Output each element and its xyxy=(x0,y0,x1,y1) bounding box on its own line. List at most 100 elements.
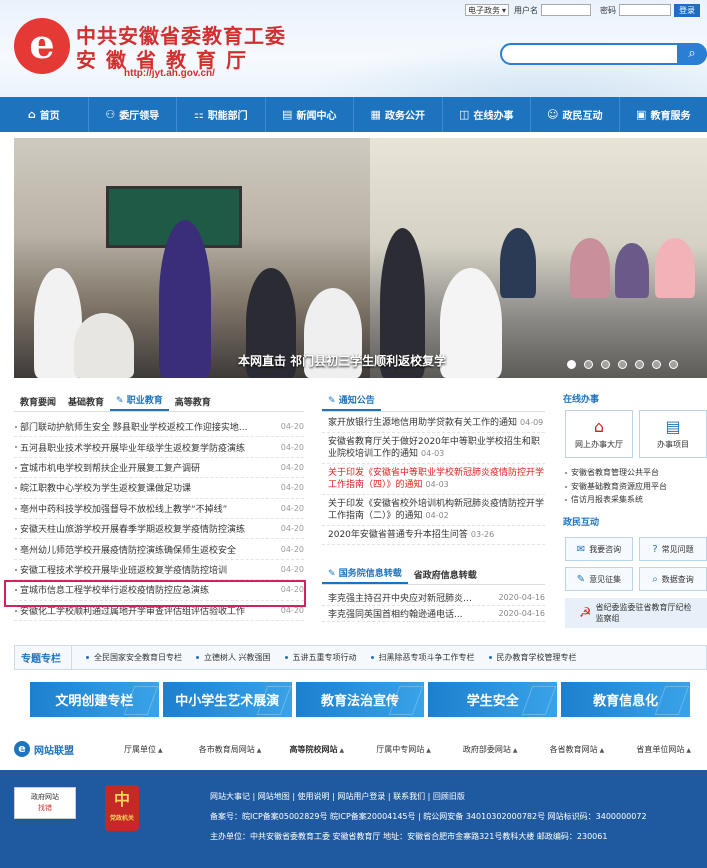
gov-badge-icon[interactable]: 中 党政机关 xyxy=(105,785,139,831)
nav-label: 政民互动 xyxy=(562,111,603,122)
column-button-law[interactable]: 教育法治宣传 xyxy=(295,682,425,717)
nav-item-education-service[interactable]: ▣ 教育服务 xyxy=(620,97,707,132)
carousel-dot[interactable] xyxy=(601,360,610,369)
nav-item-gov-info[interactable]: ▦ 政务公开 xyxy=(354,97,443,132)
discipline-inspection-banner[interactable]: ☭ 省纪委监委驻省教育厅纪检监察组 xyxy=(565,598,707,628)
list-item[interactable]: 家开放银行生源地信用助学贷款有关工作的通知 04-09 xyxy=(322,414,545,433)
highlight-box xyxy=(4,580,306,607)
tab-vocational-education[interactable]: ✎ 职业教育 xyxy=(110,393,169,411)
site-links-dropdown[interactable]: 省直单位网站 ▲ xyxy=(620,744,707,755)
service-link[interactable]: 信访月报表采集系统 xyxy=(565,493,707,507)
site-links-dropdown[interactable]: 政府部委网站 ▲ xyxy=(447,744,534,755)
gov-title: 李克强主持召开中央应对新冠肺炎疫情工作... xyxy=(328,594,478,604)
dropdown-label: 厅属中专网站 xyxy=(376,744,425,754)
data-query-icon: ⌕ xyxy=(652,573,658,585)
special-topic-link[interactable]: 立德树人 兴教强国 xyxy=(182,652,271,663)
consult-button[interactable]: ✉ 我要咨询 xyxy=(565,537,633,561)
dropdown-label: 各市教育局网站 xyxy=(198,744,255,754)
special-topic-link[interactable]: 全民国家安全教育日专栏 xyxy=(72,652,182,663)
nav-item-home[interactable]: ⌂ 首页 xyxy=(0,97,89,132)
special-topics-bar: 专题专栏 全民国家安全教育日专栏 立德树人 兴教强国 五讲五重专项行动 扫黑除恶… xyxy=(14,645,707,670)
dropdown-label: 各省教育网站 xyxy=(549,744,598,754)
tab-state-council[interactable]: ✎ 国务院信息转载 xyxy=(322,566,408,584)
service-link[interactable]: 安徽省教育管理公共平台 xyxy=(565,466,707,480)
news-carousel[interactable]: 本网直击 祁门县初三学生顺利返校复学 xyxy=(14,138,707,378)
system-select-value: 电子政务 xyxy=(468,5,500,15)
column-button-civilization[interactable]: 文明创建专栏 xyxy=(30,682,159,717)
site-links-dropdown[interactable]: 厅属单位 ▲ xyxy=(100,744,187,755)
carousel-dot[interactable] xyxy=(652,360,661,369)
column-button-safety[interactable]: 学生安全 xyxy=(428,682,558,717)
list-item[interactable]: 亳州中药科技学校加强督导不放松线上教学“不掉线” 04-20 xyxy=(14,499,304,519)
site-links-dropdown[interactable]: 各省教育网站 ▲ xyxy=(534,744,621,755)
list-item[interactable]: 安徽天柱山旅游学校开展春季学期返校复学疫情防控演练 04-20 xyxy=(14,519,304,540)
footer-record: 备案号：皖ICP备案05002829号 皖ICP备案20004145号 | 皖公… xyxy=(210,812,647,821)
tab-higher-education[interactable]: 高等教育 xyxy=(169,395,217,411)
find-error-line1: 政府网站 xyxy=(31,793,59,801)
special-topic-link[interactable]: 五讲五重专项行动 xyxy=(271,652,357,663)
site-links-dropdown[interactable]: 高等院校网站 ▲ xyxy=(273,744,360,755)
news-tabs: 教育要闻 基础教育 ✎ 职业教育 高等教育 xyxy=(14,390,304,412)
list-item[interactable]: 关于印发《安徽省校外培训机构新冠肺炎疫情防控开学工作指南（二）》的通知 04-02 xyxy=(322,495,545,526)
carousel-caption[interactable]: 本网直击 祁门县初三学生顺利返校复学 xyxy=(238,352,446,369)
list-item[interactable]: 部门联动护航师生安全 黟县职业学校返校工作迎接实地... 04-20 xyxy=(14,417,304,438)
carousel-dot[interactable] xyxy=(669,360,678,369)
list-item[interactable]: 皖江职教中心学校为学生返校复课做足功课 04-20 xyxy=(14,478,304,499)
username-input[interactable] xyxy=(541,4,592,16)
notice-date: 04-03 xyxy=(421,449,445,458)
column-button-informatization[interactable]: 教育信息化 xyxy=(561,682,690,717)
matters-button[interactable]: ▤ 办事项目 xyxy=(639,410,707,458)
ie-icon: e xyxy=(14,741,30,757)
nav-item-online-service[interactable]: ◫ 在线办事 xyxy=(443,97,531,132)
site-links-dropdown[interactable]: 各市教育局网站 ▲ xyxy=(187,744,274,755)
notice-header: ✎ 通知公告 xyxy=(322,390,545,412)
nav-item-leaders[interactable]: ⚇ 委厅领导 xyxy=(89,97,177,132)
teacher-figure xyxy=(159,220,211,378)
search-input[interactable] xyxy=(500,43,707,65)
carousel-dot[interactable] xyxy=(635,360,644,369)
news-title: 安徽工程技术学校开展毕业班返校复学疫情防控培训 xyxy=(20,565,228,576)
data-query-button[interactable]: ⌕ 数据查询 xyxy=(639,567,707,591)
pencil-icon: ✎ xyxy=(328,396,339,406)
list-item[interactable]: 2020年安徽省普通专升本招生问答 03-26 xyxy=(322,526,545,545)
site-logo-icon[interactable]: e xyxy=(14,18,70,74)
nav-item-interaction[interactable]: ☺ 政民互动 xyxy=(531,97,620,132)
list-item[interactable]: 李克强同英国首相约翰逊通电话... 2020-04-16 xyxy=(322,606,545,622)
list-item[interactable]: 安徽省教育厅关于做好2020年中等职业学校招生和职业院校培训工作的通知 04-03 xyxy=(322,433,545,464)
badge-label: 党政机关 xyxy=(109,815,134,822)
faq-button[interactable]: ? 常见问题 xyxy=(639,537,707,561)
carousel-dot[interactable] xyxy=(567,360,576,369)
list-item[interactable]: 亳州幼儿师范学校开展疫情防控演练确保师生返校安全 04-20 xyxy=(14,539,304,560)
tab-basic-education[interactable]: 基础教育 xyxy=(62,395,110,411)
carousel-dot[interactable] xyxy=(618,360,627,369)
nav-item-departments[interactable]: ⚏ 职能部门 xyxy=(177,97,266,132)
student-figure xyxy=(570,238,610,298)
consult-label: 我要咨询 xyxy=(589,544,622,554)
special-topic-link[interactable]: 扫黑除恶专项斗争工作专栏 xyxy=(357,652,475,663)
list-item[interactable]: 宣城市机电学校到帮扶企业开展复工复产调研 04-20 xyxy=(14,458,304,479)
login-button[interactable]: 登录 xyxy=(674,3,701,17)
search-button[interactable]: ⌕ xyxy=(677,43,707,65)
find-error-button[interactable]: 政府网站 找错 xyxy=(14,787,76,819)
news-date: 04-20 xyxy=(280,422,304,432)
online-hall-icon: ⌂ xyxy=(593,417,605,436)
list-item[interactable]: 五河县职业技术学校开展毕业年级学生返校复学防疫演练 04-20 xyxy=(14,437,304,458)
service-link[interactable]: 安徽基础教育资源应用平台 xyxy=(565,480,707,494)
list-item[interactable]: 李克强主持召开中央应对新冠肺炎疫情工作... 2020-04-16 xyxy=(322,590,545,606)
nav-item-news[interactable]: ▤ 新闻中心 xyxy=(266,97,354,132)
password-input[interactable] xyxy=(619,4,672,16)
carousel-dot[interactable] xyxy=(584,360,593,369)
site-links-dropdown[interactable]: 厅属中专网站 ▲ xyxy=(360,744,447,755)
list-item[interactable]: 安徽工程技术学校开展毕业班返校复学疫情防控培训 04-20 xyxy=(14,560,304,581)
list-item[interactable]: 关于印发《安徽省中等职业学校新冠肺炎疫情防控开学工作指南（四）》的通知 04-03 xyxy=(322,464,545,495)
special-topic-link[interactable]: 民办教育学校管理专栏 xyxy=(475,652,577,663)
system-select[interactable]: 电子政务 ▾ xyxy=(465,4,510,16)
tab-provincial-gov[interactable]: 省政府信息转载 xyxy=(408,568,483,584)
tab-education-news[interactable]: 教育要闻 xyxy=(14,395,62,411)
footer-links[interactable]: 网站大事记 | 网站地图 | 使用说明 | 网站用户登录 | 联系我们 | 回顾… xyxy=(210,791,465,802)
online-hall-button[interactable]: ⌂ 网上办事大厅 xyxy=(565,410,633,458)
column-button-art[interactable]: 中小学生艺术展演 xyxy=(162,682,292,717)
tab-notice[interactable]: ✎ 通知公告 xyxy=(322,393,381,411)
opinion-button[interactable]: ✎ 意见征集 xyxy=(565,567,633,591)
feature-columns: 文明创建专栏 中小学生艺术展演 教育法治宣传 学生安全 教育信息化 xyxy=(30,682,690,717)
